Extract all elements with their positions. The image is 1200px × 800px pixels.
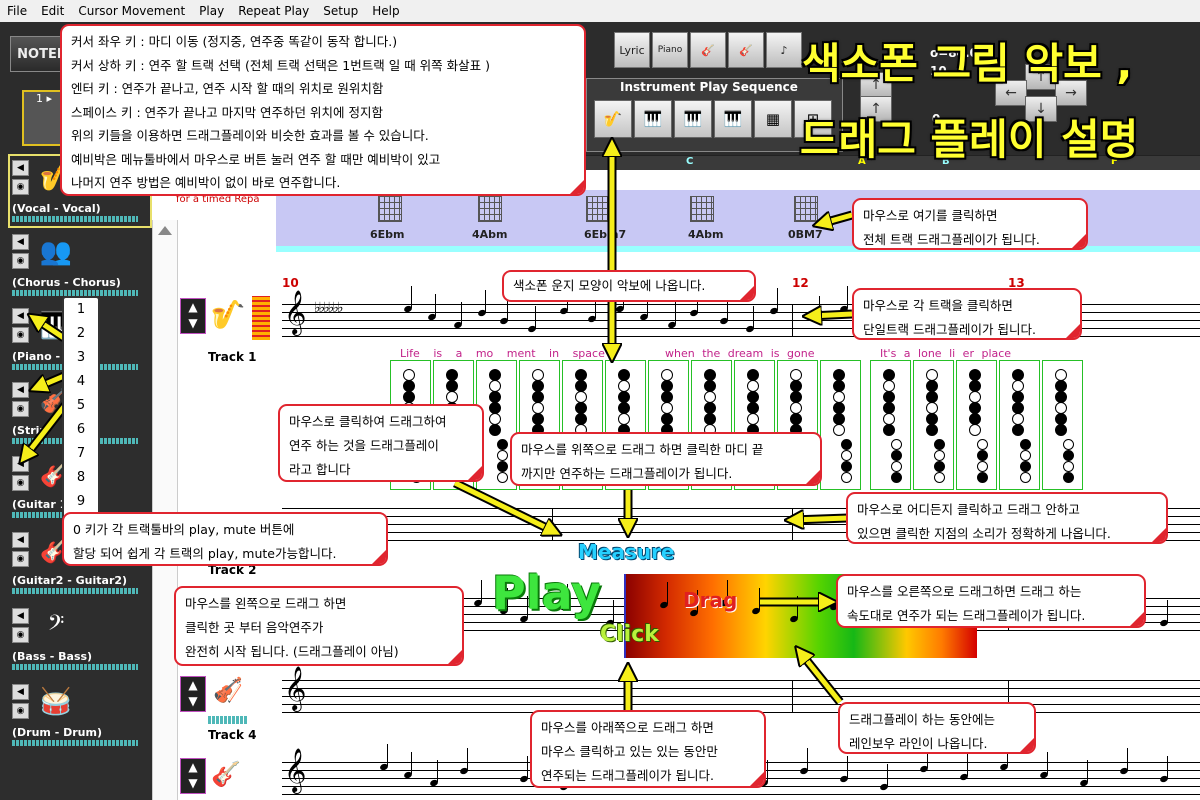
callout-line: 마우스를 아래쪽으로 드래그 하면: [541, 720, 714, 735]
callout-line: 마우스를 위쪽으로 드래그 하면 클릭한 마디 끝: [521, 442, 764, 457]
callout-line: 까지만 연주하는 드래그플레이가 됩니다.: [521, 466, 733, 481]
callout-zero-key: 0 키가 각 트랙툴바의 play, mute 버튼에 할당 되어 쉽게 각 트…: [62, 512, 388, 566]
callout-line: 커서 좌우 키 : 마디 이동 (정지중, 연주중 똑같이 동작 합니다.): [71, 34, 398, 49]
callout-line: 드래그플레이 하는 동안에는: [849, 712, 995, 727]
callout-line: 마우스 클릭하고 있는 있는 동안만: [541, 744, 718, 759]
callout-drag-up: 마우스를 위쪽으로 드래그 하면 클릭한 마디 끝 까지만 연주하는 드래그플레…: [510, 432, 822, 486]
callout-keys: 커서 좌우 키 : 마디 이동 (정지중, 연주중 똑같이 동작 합니다.) 커…: [60, 24, 586, 196]
number-key: 2: [76, 326, 86, 341]
drag-label: Drag: [683, 588, 738, 612]
callout-line: 있으면 클릭한 지점의 소리가 정확하게 나옵니다.: [857, 526, 1111, 541]
callout-line: 마우스로 어디든지 클릭하고 드래그 안하고: [857, 502, 1080, 517]
callout-line: 마우스로 클릭하여 드래그하여: [289, 414, 447, 429]
callout-drag-play-def: 마우스로 클릭하여 드래그하여 연주 하는 것을 드래그플레이 라고 합니다: [278, 404, 484, 482]
callout-sax-shape: 색소폰 운지 모양이 악보에 나옵니다.: [502, 270, 756, 302]
callout-line: 연주 하는 것을 드래그플레이: [289, 438, 439, 453]
callout-line: 마우스를 오른쪽으로 드래그하면 드래그 하는: [847, 584, 1082, 599]
callout-drag-right: 마우스를 오른쪽으로 드래그하면 드래그 하는 속도대로 연주가 되는 드래그플…: [836, 574, 1146, 628]
callout-line: 할당 되어 쉽게 각 트랙의 play, mute가능합니다.: [73, 546, 337, 561]
callout-line: 마우스로 각 트랙을 클릭하면: [863, 298, 1013, 313]
number-key: 9: [76, 494, 86, 509]
play-label: Play: [492, 566, 602, 620]
callout-line: 전체 트랙 드래그플레이가 됩니다.: [863, 232, 1040, 247]
callout-all-tracks: 마우스로 여기를 클릭하면 전체 트랙 드래그플레이가 됩니다.: [852, 198, 1088, 250]
callout-line: 스페이스 키 : 연주가 끝나고 마지막 연주하던 위치에 정지함: [71, 104, 383, 120]
number-key: 8: [76, 470, 86, 485]
callout-line: 완전히 시작 됩니다. (드래그플레이 아님): [185, 644, 399, 659]
callout-anywhere: 마우스로 어디든지 클릭하고 드래그 안하고 있으면 클릭한 지점의 소리가 정…: [846, 492, 1168, 544]
callout-line: 색소폰 운지 모양이 악보에 나옵니다.: [513, 278, 706, 293]
number-key: 3: [76, 350, 86, 365]
callout-line: 마우스로 여기를 클릭하면: [863, 208, 998, 223]
callout-line: 클릭한 곳 부터 음악연주가: [185, 620, 324, 635]
callout-line: 연주되는 드래그플레이가 됩니다.: [541, 768, 714, 783]
callout-drag-down: 마우스를 아래쪽으로 드래그 하면 마우스 클릭하고 있는 있는 동안만 연주되…: [530, 710, 766, 788]
click-label: Click: [600, 622, 659, 647]
number-key-list: 1 2 3 4 5 6 7 8 9: [62, 296, 100, 522]
callout-line: 커서 상하 키 : 연주 할 트랙 선택 (전체 트랙 선택은 1번트랙 일 때…: [71, 57, 490, 73]
callout-drag-left: 마우스를 왼쪽으로 드래그 하면 클릭한 곳 부터 음악연주가 완전히 시작 됩…: [174, 586, 464, 666]
measure-label: Measure: [578, 540, 675, 564]
callout-line: 0 키가 각 트랙툴바의 play, mute 버튼에: [73, 522, 295, 537]
callout-line: 레인보우 라인이 나옵니다.: [849, 736, 988, 751]
number-key: 5: [76, 398, 86, 413]
callout-line: 단일트랙 드래그플레이가 됩니다.: [863, 322, 1036, 337]
callout-line: 마우스를 왼쪽으로 드래그 하면: [185, 596, 347, 611]
number-key: 6: [76, 422, 86, 437]
callout-line: 엔터 키 : 연주가 끝나고, 연주 시작 할 때의 위치로 원위치함: [71, 81, 384, 96]
callout-rainbow: 드래그플레이 하는 동안에는 레인보우 라인이 나옵니다.: [838, 702, 1036, 754]
callout-line: 위의 키들을 이용하면 드래그플레이와 비슷한 효과를 볼 수 있습니다.: [71, 128, 429, 143]
callout-line: 예비박은 메뉴툴바에서 마우스로 버튼 눌러 연주 할 때만 예비박이 있고: [71, 151, 441, 167]
number-key: 7: [76, 446, 86, 461]
callout-line: 나머지 연주 방법은 예비박이 없이 바로 연주합니다.: [71, 175, 341, 190]
number-key: 1: [76, 302, 86, 317]
number-key: 4: [76, 374, 86, 389]
callout-line: 라고 합니다: [289, 462, 351, 477]
callout-single-track: 마우스로 각 트랙을 클릭하면 단일트랙 드래그플레이가 됩니다.: [852, 288, 1082, 340]
callout-line: 속도대로 연주가 되는 드래그플레이가 됩니다.: [847, 608, 1086, 623]
